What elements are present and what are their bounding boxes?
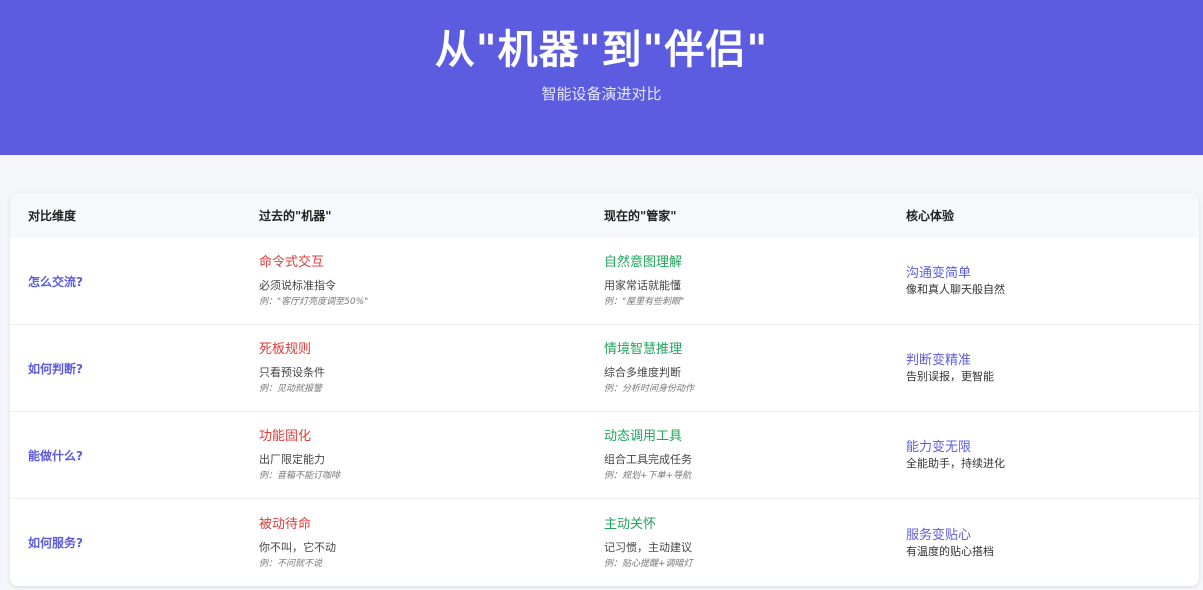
experience-cell: 判断变精准 告别误报，更智能: [885, 352, 1199, 384]
table-header-row: 对比维度 过去的"机器" 现在的"管家" 核心体验: [10, 193, 1199, 238]
now-example: 例：分析时间身份动作: [604, 384, 695, 394]
header-now: 现在的"管家": [604, 209, 677, 223]
now-example: 例：贴心提醒+调暗灯: [604, 558, 693, 569]
now-example: 例：规划+下单+导航: [604, 471, 692, 481]
row-dimension: 怎么交流?: [28, 274, 83, 289]
past-title: 被动待命: [259, 516, 312, 532]
past-desc: 出厂限定能力: [259, 453, 325, 466]
now-desc: 综合多维度判断: [604, 366, 681, 379]
past-example: 例：见动就报警: [259, 384, 323, 394]
page-title: 从"机器"到"伴侣": [434, 27, 769, 73]
past-example: 例：音箱不能订咖啡: [259, 471, 341, 481]
experience-cell: 沟通变简单 像和真人聊天般自然: [885, 265, 1199, 297]
header-dimension: 对比维度: [28, 209, 77, 223]
now-title: 主动关怀: [604, 516, 657, 532]
row-dimension: 能做什么?: [28, 448, 83, 463]
past-cell: 功能固化 出厂限定能力 例：音箱不能订咖啡: [240, 428, 585, 482]
row-dimension: 如何判断?: [28, 361, 83, 376]
now-title: 情境智慧推理: [604, 342, 683, 357]
table-row: 怎么交流? 命令式交互 必须说标准指令 例："客厅灯亮度调至50%" 自然意图理…: [10, 238, 1199, 325]
experience-desc: 有温度的贴心搭档: [906, 544, 994, 558]
past-example: 例：不问就不说: [259, 558, 323, 569]
now-desc: 组合工具完成任务: [604, 453, 692, 466]
past-desc: 必须说标准指令: [259, 279, 336, 292]
table-row: 如何服务? 被动待命 你不叫，它不动 例：不问就不说 主动关怀 记习惯，主动建议…: [10, 499, 1199, 586]
now-title: 自然意图理解: [604, 255, 683, 270]
now-cell: 情境智慧推理 综合多维度判断 例：分析时间身份动作: [585, 341, 885, 395]
table-row: 如何判断? 死板规则 只看预设条件 例：见动就报警 情境智慧推理 综合多维度判断…: [10, 325, 1199, 412]
comparison-table: 对比维度 过去的"机器" 现在的"管家" 核心体验 怎么交流? 命令式交互 必须…: [10, 193, 1199, 586]
now-desc: 记习惯，主动建议: [604, 540, 692, 554]
experience-cell: 服务变贴心 有温度的贴心搭档: [885, 527, 1199, 559]
past-desc: 只看预设条件: [259, 366, 325, 379]
past-cell: 命令式交互 必须说标准指令 例："客厅灯亮度调至50%": [240, 254, 585, 308]
experience-desc: 告别误报，更智能: [906, 370, 994, 383]
page-subtitle: 智能设备演进对比: [541, 85, 662, 103]
past-title: 命令式交互: [259, 255, 325, 270]
experience-title: 能力变无限: [906, 440, 972, 455]
table-row: 能做什么? 功能固化 出厂限定能力 例：音箱不能订咖啡 动态调用工具 组合工具完…: [10, 412, 1199, 499]
now-desc: 用家常话就能懂: [604, 279, 681, 292]
now-cell: 自然意图理解 用家常话就能懂 例："屋里有些刺眼": [585, 254, 885, 308]
past-title: 死板规则: [259, 342, 312, 357]
experience-title: 沟通变简单: [906, 266, 972, 281]
experience-title: 判断变精准: [906, 353, 972, 368]
experience-desc: 全能助手，持续进化: [906, 457, 1005, 470]
hero-banner: 从"机器"到"伴侣" 智能设备演进对比: [0, 0, 1203, 155]
row-dimension: 如何服务?: [28, 536, 83, 550]
now-cell: 动态调用工具 组合工具完成任务 例：规划+下单+导航: [585, 428, 885, 482]
now-example: 例："屋里有些刺眼": [604, 297, 685, 307]
header-past: 过去的"机器": [259, 209, 332, 223]
past-desc: 你不叫，它不动: [259, 540, 336, 554]
past-cell: 死板规则 只看预设条件 例：见动就报警: [240, 341, 585, 395]
header-experience: 核心体验: [906, 209, 955, 223]
past-example: 例："客厅灯亮度调至50%": [259, 297, 369, 307]
experience-desc: 像和真人聊天般自然: [906, 283, 1005, 296]
now-cell: 主动关怀 记习惯，主动建议 例：贴心提醒+调暗灯: [585, 516, 885, 570]
past-title: 功能固化: [259, 429, 312, 444]
now-title: 动态调用工具: [604, 429, 683, 444]
past-cell: 被动待命 你不叫，它不动 例：不问就不说: [240, 516, 585, 570]
experience-title: 服务变贴心: [906, 527, 972, 543]
experience-cell: 能力变无限 全能助手，持续进化: [885, 439, 1199, 471]
